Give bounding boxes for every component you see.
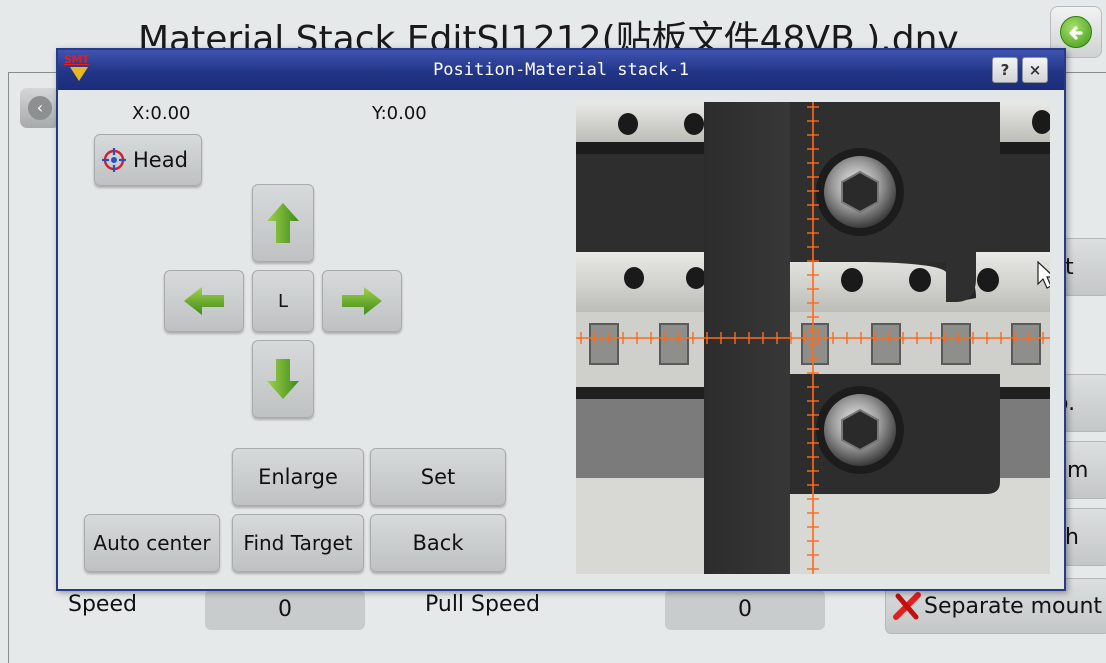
back-dialog-label: Back bbox=[412, 531, 464, 555]
dialog-title: Position-Material stack-1 bbox=[433, 60, 689, 80]
set-label: Set bbox=[420, 465, 456, 489]
close-button[interactable]: × bbox=[1022, 57, 1048, 83]
find-target-label: Find Target bbox=[243, 531, 353, 555]
arrow-up-icon bbox=[267, 203, 299, 243]
camera-view[interactable] bbox=[576, 102, 1050, 574]
speed-value-field[interactable]: 0 bbox=[205, 590, 365, 630]
arrow-down-icon bbox=[267, 359, 299, 399]
side-button-1-label: t bbox=[1065, 254, 1074, 280]
enlarge-button[interactable]: Enlarge bbox=[232, 448, 364, 506]
position-dialog: SMT Position-Material stack-1 ? × X:0.00… bbox=[56, 48, 1066, 591]
pull-speed-label: Pull Speed bbox=[425, 592, 541, 617]
jog-up-button[interactable] bbox=[252, 184, 314, 262]
red-x-icon bbox=[893, 592, 921, 620]
set-button[interactable]: Set bbox=[370, 448, 506, 506]
speed-label: Speed bbox=[68, 592, 137, 617]
dialog-title-bar[interactable]: SMT Position-Material stack-1 ? × bbox=[58, 50, 1064, 90]
jog-center-button[interactable]: L bbox=[252, 270, 314, 332]
jog-center-label: L bbox=[277, 290, 289, 312]
jog-left-button[interactable] bbox=[164, 270, 244, 332]
y-coordinate-readout: Y:0.00 bbox=[372, 103, 427, 124]
auto-center-label: Auto center bbox=[93, 531, 211, 555]
camera-image bbox=[576, 102, 1050, 574]
arrow-right-icon bbox=[342, 287, 382, 315]
back-dialog-button[interactable]: Back bbox=[370, 514, 506, 572]
close-icon: × bbox=[1028, 61, 1042, 79]
head-label: Head bbox=[133, 148, 188, 172]
x-coordinate-readout: X:0.00 bbox=[132, 103, 191, 124]
jog-down-button[interactable] bbox=[252, 340, 314, 418]
target-crosshair-icon bbox=[102, 148, 126, 172]
chevron-left-icon: ‹ bbox=[28, 96, 52, 120]
auto-center-button[interactable]: Auto center bbox=[84, 514, 220, 572]
pull-speed-value-field[interactable]: 0 bbox=[665, 590, 825, 630]
jog-right-button[interactable] bbox=[322, 270, 402, 332]
back-arrow-icon bbox=[1060, 16, 1092, 48]
enlarge-label: Enlarge bbox=[258, 465, 338, 489]
side-button-4-label: h bbox=[1065, 524, 1079, 550]
help-icon: ? bbox=[1000, 61, 1010, 79]
find-target-button[interactable]: Find Target bbox=[232, 514, 364, 572]
scroll-left-button[interactable]: ‹ bbox=[20, 88, 60, 128]
arrow-left-icon bbox=[184, 287, 224, 315]
head-button[interactable]: Head bbox=[94, 134, 202, 186]
help-button[interactable]: ? bbox=[992, 57, 1018, 83]
separate-mount-label: Separate mount bbox=[924, 593, 1103, 619]
